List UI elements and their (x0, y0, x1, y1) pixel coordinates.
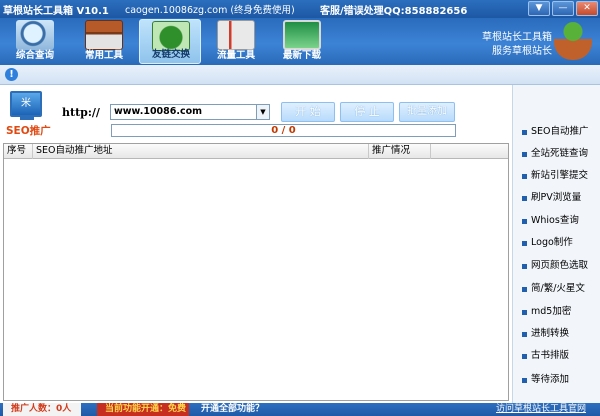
sidebar-item-label: 全站死链查询 (531, 148, 589, 159)
progress-bar: 0 / 0 (111, 124, 456, 137)
grass-basket-logo-icon (554, 22, 592, 60)
support-qq: 客服/错误处理QQ:858882656 (320, 6, 468, 17)
tool-label: 最新下载 (282, 50, 321, 61)
sidebar-item-color-picker[interactable]: 网页颜色选取 (513, 257, 600, 275)
function-sidebar: SEO自动推广 全站死链查询 新站引擎提交 刷PV浏览量 Whios查询 Log… (512, 85, 600, 403)
bullet-icon (522, 174, 527, 179)
sidebar-item-base-convert[interactable]: 进制转换 (513, 325, 600, 343)
bullet-icon (522, 196, 527, 201)
brand-line-1: 草根站长工具箱 (482, 32, 552, 43)
progress-text: 0 / 0 (271, 125, 296, 136)
sidebar-item-label: Logo制作 (531, 237, 573, 248)
title-bar: 草根站长工具箱 V10.1 caogen.10086zg.com (终身免费使用… (0, 0, 600, 18)
tool-link-exchange[interactable]: 友链交换 (139, 19, 201, 64)
chevron-down-icon[interactable]: ▼ (256, 105, 269, 119)
tool-label: 友链交换 (151, 49, 190, 60)
sidebar-item-pv[interactable]: 刷PV浏览量 (513, 189, 600, 207)
seo-monitor-icon: 米 (10, 91, 42, 117)
tool-common-tools[interactable]: 常用工具 (73, 19, 135, 64)
tool-label: 常用工具 (84, 50, 123, 61)
sidebar-item-label: md5加密 (531, 306, 572, 317)
site-url: caogen.10086zg.com (终身免费使用) (125, 5, 295, 16)
sidebar-item-label: 刷PV浏览量 (531, 192, 582, 203)
sidebar-item-label: 网页颜色选取 (531, 260, 589, 271)
sidebar-item-label: 进制转换 (531, 328, 570, 339)
sidebar-item-md5[interactable]: md5加密 (513, 303, 600, 321)
tool-comprehensive-query[interactable]: 综合查询 (4, 19, 66, 64)
column-header-url[interactable]: SEO自动推广地址 (33, 144, 369, 159)
tool-label: 综合查询 (15, 50, 54, 61)
tool-traffic-tools[interactable]: 流量工具 (205, 19, 267, 64)
brand-slogan: 草根站长工具箱 服务草根站长 (482, 31, 552, 59)
bullet-icon (522, 130, 527, 135)
seo-label: SEO推广 (6, 125, 51, 137)
seo-url-table[interactable]: 序号 SEO自动推广地址 推广情况 (3, 143, 509, 401)
brand-line-2: 服务草根站长 (492, 46, 552, 57)
http-label: http:// (62, 106, 100, 119)
seo-panel: 米 SEO推广 http:// www.10086.com ▼ 开 始 停 止 … (0, 85, 512, 403)
sidebar-item-logo[interactable]: Logo制作 (513, 234, 600, 252)
tool-latest-download[interactable]: 最新下载 (271, 19, 333, 64)
batch-add-button[interactable]: 批量添加 (399, 102, 455, 122)
url-value: www.10086.com (114, 106, 203, 117)
clover-links-icon (152, 21, 190, 51)
sidebar-item-label: SEO自动推广 (531, 126, 589, 137)
column-header-status[interactable]: 推广情况 (369, 144, 431, 159)
sidebar-item-text-convert[interactable]: 简/繁/火星文 (513, 280, 600, 298)
sidebar-item-label: 简/繁/火星文 (531, 283, 585, 294)
status-bar: 推广人数：0人 当前功能开通：免费 开通全部功能？ 访问草根站长工具官网 (0, 403, 600, 416)
column-header-index[interactable]: 序号 (4, 144, 33, 159)
bullet-icon (522, 219, 527, 224)
monitor-download-icon (283, 20, 321, 50)
minimize-button[interactable]: — (552, 1, 574, 16)
sidebar-item-deadlink[interactable]: 全站死链查询 (513, 145, 600, 163)
bullet-icon (522, 354, 527, 359)
bullet-icon (522, 152, 527, 157)
bullet-icon (522, 332, 527, 337)
toolbox-icon (85, 20, 123, 50)
promoted-count: 推广人数：0人 (3, 403, 81, 416)
close-button[interactable]: ✕ (576, 1, 598, 16)
sidebar-item-label: 新站引擎提交 (531, 170, 589, 181)
main-toolbar: 综合查询 常用工具 友链交换 流量工具 最新下载 草根站长工具箱 服务草根站长 (0, 18, 600, 65)
bullet-icon (522, 264, 527, 269)
tool-label: 流量工具 (216, 50, 255, 61)
stop-button[interactable]: 停 止 (340, 102, 394, 122)
sidebar-item-label: Whios查询 (531, 215, 579, 226)
monitor-stand (20, 116, 34, 120)
bullet-icon (522, 310, 527, 315)
table-header: 序号 SEO自动推广地址 推广情况 (4, 144, 508, 159)
current-mode-badge: 当前功能开通：免费 (97, 403, 189, 416)
official-site-link[interactable]: 访问草根站长工具官网 (496, 403, 586, 416)
bullet-icon (522, 241, 527, 246)
start-button[interactable]: 开 始 (281, 102, 335, 122)
sidebar-item-engine-submit[interactable]: 新站引擎提交 (513, 167, 600, 185)
url-combobox[interactable]: www.10086.com ▼ (110, 104, 270, 120)
sidebar-item-whois[interactable]: Whios查询 (513, 212, 600, 230)
info-bar: ! (0, 65, 600, 85)
bullet-icon (522, 378, 527, 383)
sidebar-item-label: 古书排版 (531, 350, 570, 361)
app-title: 草根站长工具箱 V10.1 (3, 6, 109, 17)
info-icon[interactable]: ! (5, 68, 18, 81)
open-all-features-link[interactable]: 开通全部功能？ (201, 403, 264, 416)
window-controls: ▼ — ✕ (528, 1, 598, 16)
sidebar-item-seo-auto[interactable]: SEO自动推广 (513, 123, 600, 141)
thermometer-chart-icon (217, 20, 255, 50)
chevron-down-icon[interactable]: ▼ (528, 1, 550, 16)
bullet-icon (522, 287, 527, 292)
magnifier-icon (16, 20, 54, 50)
sidebar-item-pending[interactable]: 等待添加 (513, 371, 600, 389)
sidebar-item-ancient-layout[interactable]: 古书排版 (513, 347, 600, 365)
sidebar-item-label: 等待添加 (531, 374, 570, 385)
